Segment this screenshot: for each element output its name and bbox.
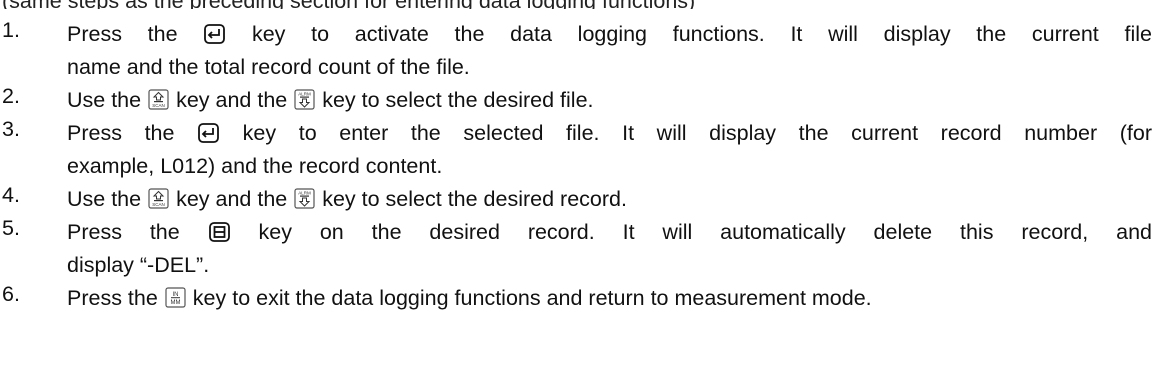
- step-text-part: key and the: [176, 88, 288, 112]
- svg-text:MM: MM: [170, 300, 180, 306]
- svg-text:ALRM: ALRM: [298, 92, 311, 97]
- in-mm-key-icon: IN MM: [165, 287, 186, 308]
- step-text: Use the SCAN key and the ALRM key to sel…: [67, 183, 1152, 216]
- step-line: display “-DEL”.: [67, 253, 210, 277]
- step-text-part: key to activate the data logging functio…: [251, 22, 1152, 46]
- step-line: name and the total record count of the f…: [67, 55, 470, 79]
- svg-text:ALRM: ALRM: [298, 191, 311, 196]
- step-text-part: key on the desired record. It will autom…: [258, 220, 1152, 244]
- step-text-part: key to select the desired record.: [322, 187, 627, 211]
- step-line: Use the SCAN key and the ALRM key to sel…: [67, 183, 1152, 216]
- step-line: Press the key on the desired record. It …: [67, 216, 1152, 249]
- step-text: Use the SCAN key and the ALRM key to sel…: [67, 84, 1152, 117]
- alarm-down-key-icon: ALRM: [294, 188, 315, 209]
- step-number: 1.: [2, 18, 20, 42]
- step-text-part: Press the: [67, 121, 175, 145]
- step-text-part: Press the: [67, 286, 158, 310]
- step-text-part: Press the: [67, 22, 178, 46]
- step-text-part: key and the: [176, 187, 288, 211]
- step-text-part: Use the: [67, 88, 142, 112]
- clipped-previous-text: (same steps as the preceding section for…: [0, 0, 1160, 9]
- svg-text:SCAN: SCAN: [152, 202, 165, 207]
- step-number: 3.: [2, 117, 20, 141]
- step-line: Press the key to enter the selected file…: [67, 117, 1152, 150]
- step-number: 4.: [2, 183, 20, 207]
- step-number: 6.: [2, 282, 20, 306]
- step-line: Press the IN MM key to exit the data log…: [67, 282, 1152, 315]
- scan-up-key-icon: SCAN: [148, 188, 169, 209]
- step-line: Press the key to activate the data loggi…: [67, 18, 1152, 51]
- svg-text:IN: IN: [172, 292, 178, 298]
- step-number: 2.: [2, 84, 20, 108]
- step-text-part: Press the: [67, 220, 180, 244]
- step-text-part: key to select the desired file.: [322, 88, 594, 112]
- enter-key-icon: [204, 24, 226, 44]
- step-text: Press the key to activate the data loggi…: [67, 18, 1152, 84]
- step-text: Press the key on the desired record. It …: [67, 216, 1152, 282]
- step-text-part: key to exit the data logging functions a…: [192, 286, 872, 310]
- scan-up-key-icon: SCAN: [148, 89, 169, 110]
- step-number: 5.: [2, 216, 20, 240]
- step-text-part: Use the: [67, 187, 142, 211]
- step-text: Press the key to enter the selected file…: [67, 117, 1152, 183]
- step-line: example, L012) and the record content.: [67, 154, 443, 178]
- delete-key-icon: [208, 222, 230, 242]
- step-text-part: key to enter the selected file. It will …: [242, 121, 1152, 145]
- step-text: Press the IN MM key to exit the data log…: [67, 282, 1152, 315]
- alarm-down-key-icon: ALRM: [294, 89, 315, 110]
- svg-text:SCAN: SCAN: [152, 103, 165, 108]
- enter-key-icon: [198, 123, 219, 143]
- step-line: Use the SCAN key and the ALRM key to sel…: [67, 84, 1152, 117]
